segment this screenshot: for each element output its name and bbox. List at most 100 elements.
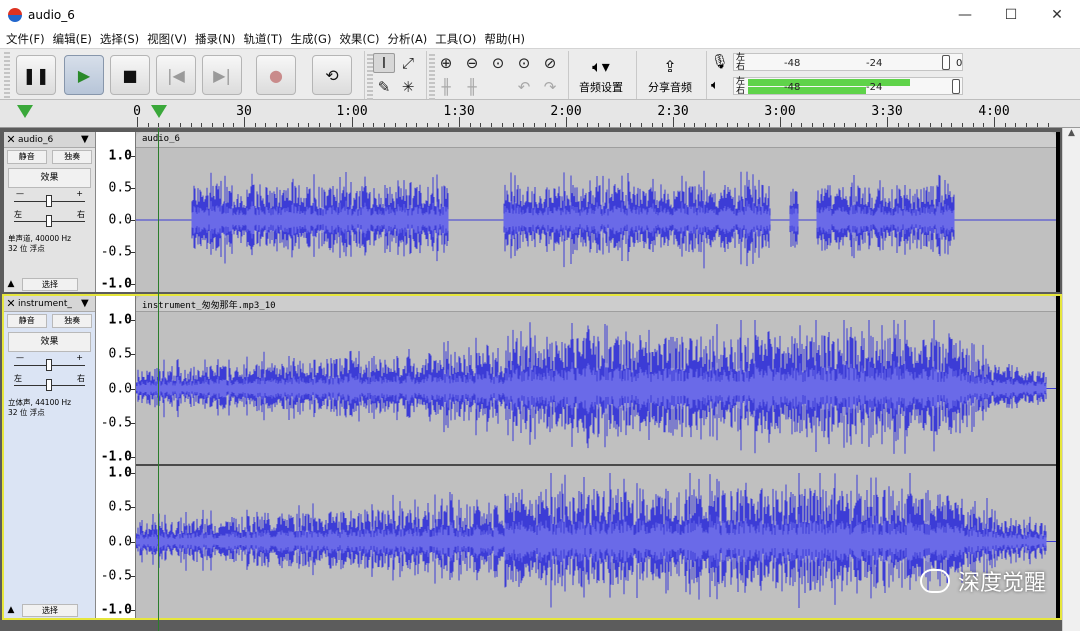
audio-setup-button[interactable]: 🔈︎▾ 音频设置: [571, 55, 631, 99]
menu-generate[interactable]: 生成(G): [289, 31, 338, 47]
pan-slider[interactable]: 左 右: [10, 374, 89, 394]
selection-tool-icon[interactable]: I: [373, 53, 395, 73]
timeline-tick: [598, 123, 600, 127]
playhead-marker-icon[interactable]: [151, 105, 167, 118]
wechat-logo-icon: [919, 569, 950, 593]
track-menu-arrow-icon[interactable]: ▼: [81, 134, 95, 145]
toolbar: ❚❚ ▶ ■ |◀ ▶| ● ⟲ I ⤢ ✎ ✳ ⊕ ⊖ ⊙ ⊙ ⊘ ╫ ╫ ↶…: [0, 48, 1080, 100]
timeline-tick: [876, 123, 878, 127]
pan-slider[interactable]: 左 右: [10, 210, 89, 230]
skip-to-start-button[interactable]: |◀: [156, 55, 196, 95]
clip-header[interactable]: [136, 132, 1056, 148]
redo-icon[interactable]: ↷: [539, 77, 561, 97]
timeline-tick: [491, 123, 493, 127]
track-audio-6[interactable]: ✕ audio_6 ▼ 静音 独奏 效果 — + 左 右 单声道, 40000 …: [4, 132, 1060, 292]
watermark: 深度觉醒: [919, 565, 1046, 597]
draw-tool-icon[interactable]: ✎: [373, 77, 395, 97]
zoom-in-icon[interactable]: ⊕: [435, 53, 457, 73]
track-bit-depth: 32 位 浮点: [8, 244, 45, 253]
menu-tracks[interactable]: 轨道(T): [242, 31, 289, 47]
waveform-area[interactable]: instrument_匆匆那年.mp3_10: [136, 296, 1056, 618]
select-track-button[interactable]: 选择: [22, 277, 78, 291]
playback-level-knob[interactable]: [952, 79, 960, 94]
gain-slider[interactable]: — +: [10, 353, 89, 374]
menu-file[interactable]: 文件(F): [4, 31, 51, 47]
menu-edit[interactable]: 编辑(E): [51, 31, 98, 47]
effects-button[interactable]: 效果: [8, 332, 91, 352]
mute-button[interactable]: 静音: [6, 314, 47, 328]
stop-button[interactable]: ■: [110, 55, 150, 95]
solo-button[interactable]: 独奏: [52, 150, 93, 164]
menu-tools[interactable]: 工具(O): [433, 31, 482, 47]
trim-audio-icon[interactable]: ╫: [435, 77, 457, 97]
undo-icon[interactable]: ↶: [513, 77, 535, 97]
track-footer: ▲ 选择: [4, 602, 96, 618]
watermark-text: 深度觉醒: [957, 571, 1046, 596]
fit-selection-icon[interactable]: ⊙: [487, 53, 509, 73]
zoom-toggle-icon[interactable]: ⊘: [539, 53, 561, 73]
timeline-tick: [758, 123, 760, 127]
zoom-out-icon[interactable]: ⊖: [461, 53, 483, 73]
pan-thumb[interactable]: [46, 215, 52, 227]
record-button[interactable]: ●: [256, 55, 296, 95]
menu-analyze[interactable]: 分析(A): [385, 31, 433, 47]
scroll-up-arrow-icon[interactable]: ▲: [1063, 128, 1080, 138]
playback-speaker-icon[interactable]: 🔈︎: [711, 78, 719, 93]
gain-thumb[interactable]: [46, 359, 52, 371]
close-track-icon[interactable]: ✕: [4, 297, 18, 310]
timeline-tick: [630, 123, 632, 127]
amplitude-label: 0.5: [108, 180, 132, 196]
skip-to-end-button[interactable]: ▶|: [202, 55, 242, 95]
menu-help[interactable]: 帮助(H): [482, 31, 531, 47]
waveform-area[interactable]: audio_6: [136, 132, 1056, 292]
track-format: 立体声, 44100 Hz: [8, 398, 72, 407]
timeline-tick: [276, 123, 278, 127]
pan-right-label: 右: [77, 374, 85, 383]
timeline-tick: [587, 123, 589, 127]
mute-button[interactable]: 静音: [6, 150, 47, 164]
pause-button[interactable]: ❚❚: [16, 55, 56, 95]
collapse-track-icon[interactable]: ▲: [4, 605, 18, 615]
play-button[interactable]: ▶: [64, 55, 104, 95]
pan-thumb[interactable]: [46, 379, 52, 391]
close-button[interactable]: ✕: [1034, 0, 1080, 30]
select-track-button[interactable]: 选择: [22, 603, 78, 617]
multi-tool-icon[interactable]: ✳: [397, 77, 419, 97]
gain-thumb[interactable]: [46, 195, 52, 207]
track-menu-arrow-icon[interactable]: ▼: [81, 298, 95, 309]
timeline-tick: [544, 123, 546, 127]
minimize-button[interactable]: —: [942, 0, 988, 30]
vertical-scrollbar[interactable]: ▲: [1062, 128, 1080, 631]
microphone-icon[interactable]: 🎙︎: [711, 54, 729, 70]
maximize-button[interactable]: ☐: [988, 0, 1034, 30]
solo-button[interactable]: 独奏: [52, 314, 93, 328]
timeline-ruler[interactable]: 0 30 1:00 1:30 2:00 2:30 3:00 3:30 4:00: [0, 100, 1080, 128]
amplitude-tick: [130, 252, 135, 253]
track-name-menu[interactable]: instrument_: [18, 299, 81, 309]
timeline-tick: [673, 117, 674, 127]
collapse-track-icon[interactable]: ▲: [4, 279, 18, 289]
menu-view[interactable]: 视图(V): [145, 31, 193, 47]
record-level-knob[interactable]: [942, 55, 950, 70]
close-track-icon[interactable]: ✕: [4, 133, 18, 146]
silence-audio-icon[interactable]: ╫: [461, 77, 483, 97]
record-meter[interactable]: 左 右 -48 -24 0: [733, 53, 963, 72]
menu-bar: 文件(F) 编辑(E) 选择(S) 视图(V) 播录(N) 轨道(T) 生成(G…: [0, 30, 1080, 48]
timeline-tick: [801, 123, 803, 127]
timeline-tick: [1015, 123, 1017, 127]
gain-slider[interactable]: — +: [10, 189, 89, 210]
menu-select[interactable]: 选择(S): [98, 31, 145, 47]
toolbar-grip[interactable]: [4, 52, 10, 98]
playback-meter[interactable]: 左 右 -48 -24: [733, 77, 963, 96]
effects-button[interactable]: 效果: [8, 168, 91, 188]
share-audio-button[interactable]: ⇪ 分享音频: [640, 55, 700, 99]
track-instrument[interactable]: ✕ instrument_ ▼ 静音 独奏 效果 — + 左 右 立体声, 44…: [2, 294, 1062, 620]
envelope-tool-icon[interactable]: ⤢: [397, 53, 419, 73]
loop-button[interactable]: ⟲: [312, 55, 352, 95]
play-start-marker-icon[interactable]: [17, 105, 33, 118]
menu-transport[interactable]: 播录(N): [193, 31, 242, 47]
track-name-menu[interactable]: audio_6: [18, 135, 81, 145]
fit-project-icon[interactable]: ⊙: [513, 53, 535, 73]
timeline-tick: [694, 123, 696, 127]
menu-effect[interactable]: 效果(C): [337, 31, 385, 47]
